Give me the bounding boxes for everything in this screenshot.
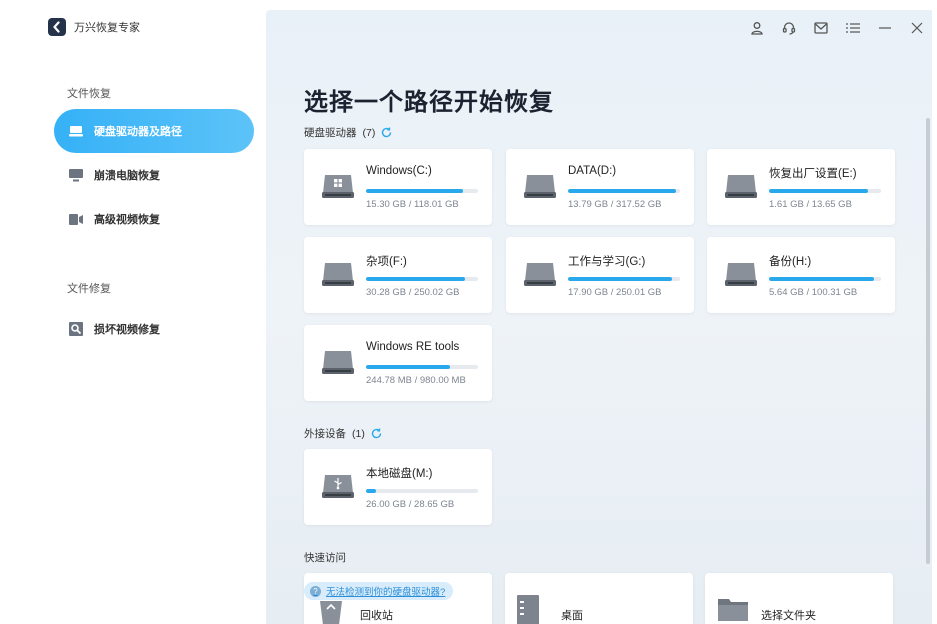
- quick-access-label-text: 选择文件夹: [761, 610, 816, 622]
- drive-usage-fill: [366, 365, 450, 369]
- headset-icon[interactable]: [780, 19, 798, 37]
- monitor-icon: [68, 167, 84, 183]
- drive-usage-fill: [366, 489, 377, 493]
- drive-card[interactable]: Windows(C:) 15.30 GB / 118.01 GB: [304, 149, 492, 225]
- sidebar-item-label: 高级视频恢复: [94, 214, 160, 226]
- drive-name: 备份(H:): [769, 256, 812, 268]
- hard-drive-icon: [725, 173, 757, 199]
- drive-card[interactable]: 恢复出厂设置(E:) 1.61 GB / 13.65 GB: [707, 149, 895, 225]
- usb-drive-icon: [322, 473, 354, 499]
- titlebar-controls: [748, 19, 926, 37]
- drive-card[interactable]: DATA(D:) 13.79 GB / 317.52 GB: [506, 149, 694, 225]
- drive-size: 17.90 GB / 250.01 GB: [568, 287, 662, 298]
- minimize-icon[interactable]: [876, 19, 894, 37]
- drive-card[interactable]: 杂项(F:) 30.28 GB / 250.02 GB: [304, 237, 492, 313]
- drive-name: DATA(D:): [568, 165, 617, 177]
- tip-text: 无法检测到你的硬盘驱动器?: [326, 587, 446, 598]
- sidebar-item-hard-drives[interactable]: 硬盘驱动器及路径: [54, 109, 254, 153]
- mail-icon[interactable]: [812, 19, 830, 37]
- quick-access-label-text: 回收站: [360, 610, 393, 622]
- hard-drives-count: (7): [362, 126, 376, 139]
- drive-name: Windows(C:): [366, 165, 432, 177]
- hard-drive-icon: [524, 261, 556, 287]
- user-icon[interactable]: [748, 19, 766, 37]
- drive-usage-fill: [568, 189, 676, 193]
- drive-size: 13.79 GB / 317.52 GB: [568, 199, 662, 210]
- desktop-icon: [517, 595, 539, 624]
- drive-usage-fill: [769, 277, 875, 281]
- refresh-icon[interactable]: [381, 127, 392, 138]
- drive-usage-bar: [366, 189, 478, 193]
- sidebar-item-label: 崩溃电脑恢复: [94, 170, 160, 182]
- help-icon: ?: [310, 585, 321, 597]
- drive-size: 5.64 GB / 100.31 GB: [769, 287, 858, 298]
- close-icon[interactable]: [908, 19, 926, 37]
- drive-usage-bar: [366, 489, 478, 493]
- hard-drive-icon: [322, 261, 354, 287]
- quick-access-card[interactable]: 桌面: [505, 573, 693, 624]
- drive-size: 30.28 GB / 250.02 GB: [366, 287, 460, 298]
- drive-usage-bar: [769, 277, 881, 281]
- drive-usage-bar: [568, 189, 680, 193]
- drive-usage-fill: [366, 189, 464, 193]
- scrollbar[interactable]: [926, 118, 930, 564]
- refresh-icon[interactable]: [371, 428, 382, 439]
- drive-name: 恢复出厂设置(E:): [769, 168, 857, 180]
- section-title-recover: 文件恢复: [67, 88, 111, 100]
- drive-card[interactable]: Windows RE tools 244.78 MB / 980.00 MB: [304, 325, 492, 401]
- drive-usage-bar: [769, 189, 881, 193]
- folder-icon: [717, 595, 749, 624]
- windows-drive-icon: [322, 173, 354, 199]
- quick-access-card[interactable]: 选择文件夹: [705, 573, 893, 624]
- hard-drives-group-label: 硬盘驱动器 (7): [304, 125, 392, 140]
- drive-name: 工作与学习(G:): [568, 256, 646, 268]
- hard-drives-label: 硬盘驱动器: [304, 127, 357, 139]
- drive-not-detected-link[interactable]: ? 无法检测到你的硬盘驱动器?: [304, 582, 454, 600]
- drive-card[interactable]: 工作与学习(G:) 17.90 GB / 250.01 GB: [506, 237, 694, 313]
- app-logo-icon: [48, 18, 66, 36]
- quick-access-label: 快速访问: [304, 552, 346, 564]
- sidebar-item-video-repair[interactable]: 损坏视频修复: [54, 307, 254, 351]
- page-title: 选择一个路径开始恢复: [304, 89, 554, 116]
- video-repair-icon: [68, 321, 84, 337]
- hard-drive-icon: [68, 123, 84, 139]
- sidebar-item-label: 硬盘驱动器及路径: [94, 126, 182, 138]
- drive-name: 杂项(F:): [366, 256, 407, 268]
- sidebar-item-crash-recovery[interactable]: 崩溃电脑恢复: [54, 153, 254, 197]
- hard-drive-icon: [725, 261, 757, 287]
- drive-card[interactable]: 本地磁盘(M:) 26.00 GB / 28.65 GB: [304, 449, 492, 525]
- drive-usage-fill: [366, 277, 465, 281]
- drive-size: 26.00 GB / 28.65 GB: [366, 499, 455, 510]
- drive-size: 244.78 MB / 980.00 MB: [366, 375, 466, 386]
- sidebar-item-video-recovery[interactable]: 高级视频恢复: [54, 197, 254, 241]
- section-title-repair: 文件修复: [67, 283, 111, 295]
- drive-usage-fill: [769, 189, 868, 193]
- menu-icon[interactable]: [844, 19, 862, 37]
- sidebar: 万兴恢复专家 文件恢复 硬盘驱动器及路径 崩溃电脑恢复 高级视频恢复 文件修复 …: [0, 0, 266, 624]
- hard-drive-icon: [322, 349, 354, 375]
- hard-drive-icon: [524, 173, 556, 199]
- drive-usage-bar: [568, 277, 680, 281]
- drive-usage-fill: [568, 277, 673, 281]
- drive-size: 1.61 GB / 13.65 GB: [769, 199, 852, 210]
- quick-access-label-text: 桌面: [561, 610, 583, 622]
- external-count: (1): [352, 427, 365, 440]
- drive-card[interactable]: 备份(H:) 5.64 GB / 100.31 GB: [707, 237, 895, 313]
- video-camera-icon: [68, 211, 84, 227]
- drive-name: 本地磁盘(M:): [366, 468, 433, 480]
- external-label: 外接设备: [304, 428, 346, 440]
- drive-size: 15.30 GB / 118.01 GB: [366, 199, 459, 210]
- app-header: 万兴恢复专家: [48, 18, 140, 36]
- drive-usage-bar: [366, 277, 478, 281]
- sidebar-item-label: 损坏视频修复: [94, 324, 160, 336]
- main-panel: 选择一个路径开始恢复 硬盘驱动器 (7) Windows(C:) 15.30 GB…: [266, 10, 932, 624]
- drive-usage-bar: [366, 365, 478, 369]
- external-group-label: 外接设备 (1): [304, 426, 382, 441]
- app-title: 万兴恢复专家: [74, 22, 140, 34]
- drive-name: Windows RE tools: [366, 341, 460, 353]
